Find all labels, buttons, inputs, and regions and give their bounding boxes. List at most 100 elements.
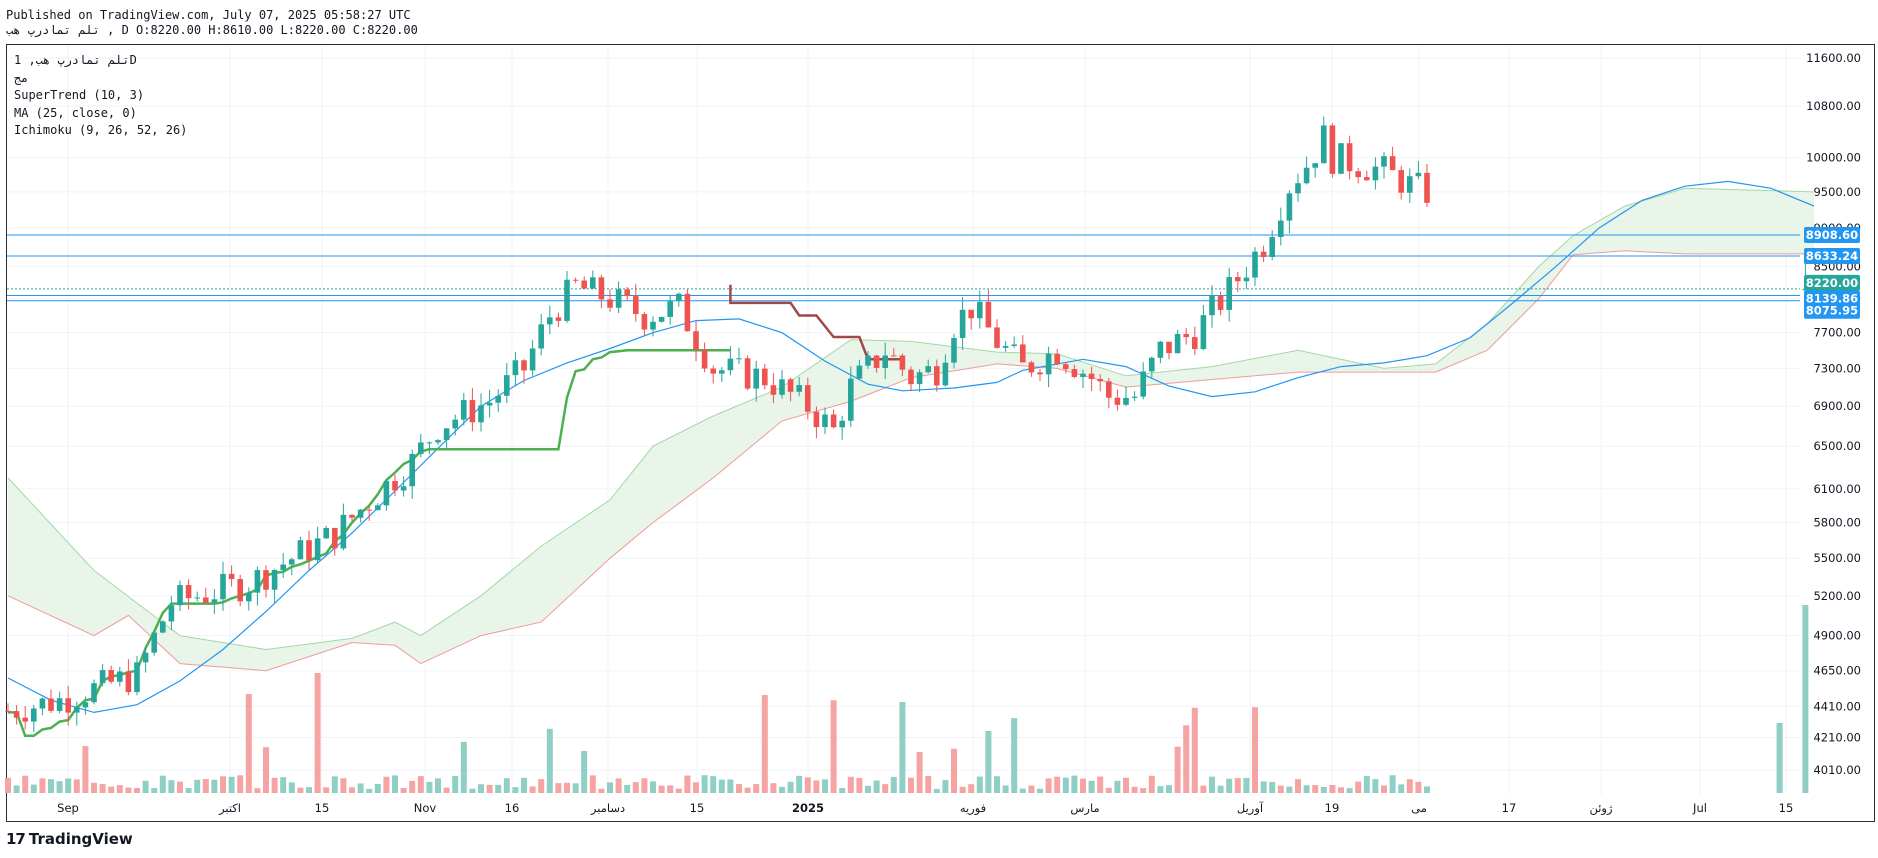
volume-bar <box>417 776 424 793</box>
legend-symbol[interactable]: تلم تمادرپ هب, 1D <box>14 52 187 70</box>
candle-body <box>211 599 218 603</box>
chart-legend: تلم تمادرپ هب, 1D مج SuperTrend (10, 3) … <box>14 52 187 140</box>
candle-body <box>1011 344 1017 346</box>
volume-bar <box>1424 786 1430 793</box>
candle-body <box>770 385 777 395</box>
candle-body <box>426 442 433 444</box>
volume-bar <box>727 779 734 793</box>
candle-body <box>942 362 949 386</box>
candle-body <box>1166 341 1172 354</box>
volume-bar <box>1363 775 1370 793</box>
volume-bar <box>194 779 201 793</box>
candle-body <box>1286 193 1293 221</box>
candle-body <box>495 395 501 403</box>
volume-bar <box>30 784 37 793</box>
candle-body <box>555 317 562 321</box>
volume-bar <box>280 777 287 793</box>
volume-bar <box>1252 707 1258 793</box>
tradingview-logo[interactable]: 17 TradingView <box>6 830 133 848</box>
candle-body <box>48 698 54 711</box>
candle-body <box>667 301 673 317</box>
supertrend-line <box>8 284 903 738</box>
volume-bar <box>985 730 992 793</box>
x-tick-label: 16 <box>505 801 520 815</box>
volume-bar <box>108 786 115 793</box>
volume-bar <box>245 693 252 793</box>
volume-bar <box>632 782 639 793</box>
y-tick-label: 10000.00 <box>1806 150 1861 164</box>
candle-body <box>1346 143 1353 172</box>
volume-bar <box>1776 723 1783 793</box>
volume-bar <box>865 785 871 793</box>
candle-body <box>1424 172 1430 203</box>
candle-body <box>1020 344 1026 363</box>
candle-body <box>306 540 312 561</box>
candle-body <box>710 368 716 374</box>
candle-body <box>1217 295 1224 310</box>
volume-bar <box>839 788 846 793</box>
candle-body <box>787 379 794 392</box>
candle-body <box>839 420 845 428</box>
candle-body <box>504 375 510 396</box>
volume-bar <box>546 728 553 793</box>
volume-bar <box>718 779 725 793</box>
candle-body <box>908 369 914 385</box>
candle-body <box>1106 381 1112 398</box>
volume-bar <box>254 788 261 793</box>
volume-bar <box>529 786 536 793</box>
volume-bar <box>538 779 545 793</box>
volume-bar <box>916 752 923 793</box>
candle-body <box>117 671 123 682</box>
y-tick-label: 10800.00 <box>1806 99 1861 113</box>
volume-bar <box>736 784 742 793</box>
volume-bar <box>925 776 932 793</box>
volume-bar <box>288 782 295 793</box>
candle-body <box>99 670 106 684</box>
volume-bar <box>1011 718 1018 793</box>
volume-bar <box>331 776 338 793</box>
candle-body <box>1054 353 1060 365</box>
candle-body <box>934 366 940 386</box>
volume-bar <box>1234 778 1241 793</box>
volume-bar <box>899 701 906 793</box>
volume-bar <box>994 776 1000 793</box>
candle-body <box>1295 183 1301 194</box>
volume-bar <box>1355 781 1362 793</box>
candle-body <box>899 355 906 370</box>
candle-body <box>13 711 20 718</box>
legend-ichimoku[interactable]: Ichimoku (9, 26, 52, 26) <box>14 122 187 140</box>
candle-body <box>925 366 931 373</box>
candle-body <box>383 481 390 506</box>
volume-bar <box>151 787 158 793</box>
volume-bar <box>13 785 20 793</box>
price-chart[interactable]: 4010.00 4210.00 4410.00 4650.00 4900.00 5200.… <box>0 0 1878 858</box>
volume-bar <box>452 775 459 793</box>
candle-body <box>830 414 837 428</box>
volume-bar <box>1381 785 1387 793</box>
volume-bar <box>951 748 957 793</box>
volume-bar <box>1097 776 1104 793</box>
volume-bar <box>882 784 889 793</box>
legend-ma[interactable]: MA (25, close, 0) <box>14 105 187 123</box>
volume-bar <box>185 788 192 793</box>
candle-body <box>1389 156 1396 171</box>
y-tick-label: 4010.00 <box>1813 763 1861 777</box>
volume-bar <box>48 779 54 793</box>
volume-bar <box>1243 777 1250 793</box>
candle-body <box>452 419 458 429</box>
x-tick-label: دسامبر <box>590 801 625 816</box>
candle-body <box>590 277 596 289</box>
candle-body <box>624 289 630 297</box>
volume-bar <box>443 787 450 793</box>
volume-bar <box>1148 775 1155 793</box>
candle-body <box>633 296 639 315</box>
volume-bar <box>116 785 123 793</box>
volume-bar <box>263 747 269 793</box>
candle-body <box>1312 163 1318 168</box>
volume-bar <box>1286 786 1293 793</box>
candle-body <box>959 309 966 338</box>
candle-body <box>194 597 200 599</box>
legend-supertrend[interactable]: SuperTrend (10, 3) <box>14 87 187 105</box>
candle-body <box>727 358 734 371</box>
candle-body <box>641 314 648 330</box>
